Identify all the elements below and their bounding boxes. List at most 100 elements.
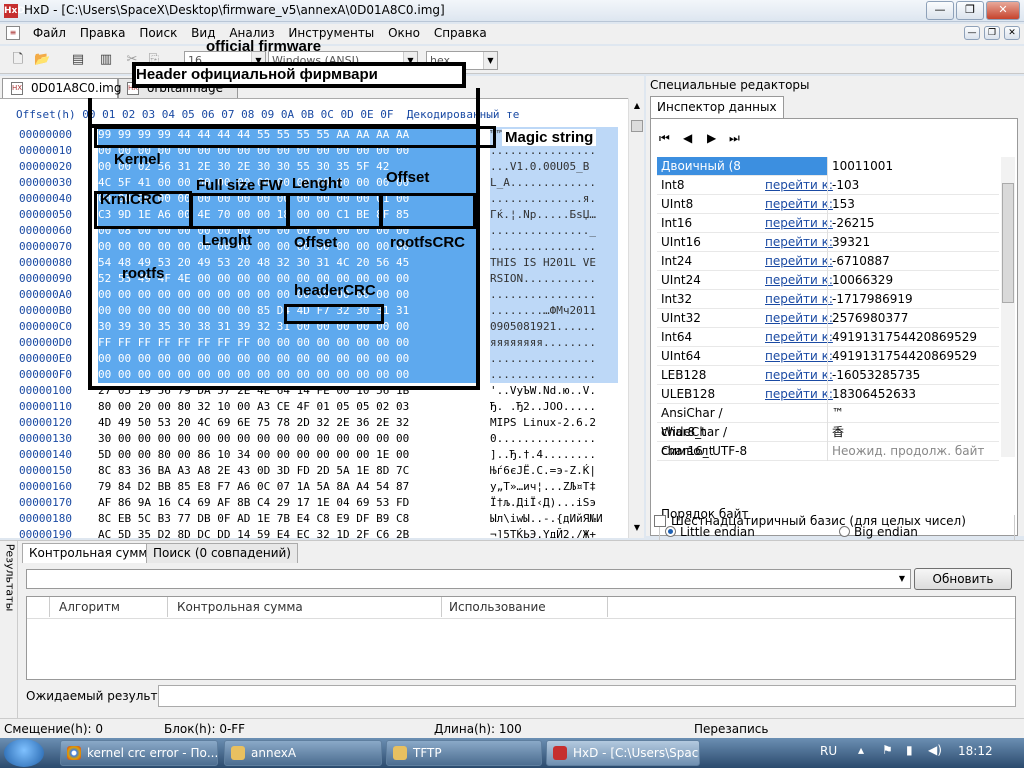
menu-view[interactable]: Вид xyxy=(186,24,220,42)
col-usage[interactable]: Использование xyxy=(449,600,546,614)
row-decoded-text[interactable]: THIS IS H201L VE xyxy=(490,255,618,271)
hex-editor[interactable]: Offset(h) 00 01 02 03 04 05 06 07 08 09 … xyxy=(0,98,628,538)
inspector-row[interactable]: UInt24 перейти к: 10066329 xyxy=(657,271,999,290)
row-hex-bytes[interactable]: AC 5D 35 D2 8D DC DD 14 59 E4 EC 32 1D 2… xyxy=(98,527,478,538)
row-hex-bytes[interactable]: 8C EB 5C B3 77 DB 0F AD 1E 7B E4 C8 E9 D… xyxy=(98,511,478,527)
charset-select[interactable]: Windows (ANSI) ▼ xyxy=(268,51,418,70)
row-hex-bytes[interactable]: 8C 83 36 BA A3 A8 2E 43 0D 3D FD 2D 5A 1… xyxy=(98,463,478,479)
row-hex-bytes[interactable]: 30 00 00 00 00 00 00 00 00 00 00 00 00 0… xyxy=(98,431,478,447)
next-icon[interactable]: ▶ xyxy=(707,131,721,145)
row-decoded-text[interactable]: у„Т»…ич¦...ZЉ¤T‡ xyxy=(490,479,618,495)
row-decoded-text[interactable]: Ї†љ.ДiЇ‹Д)...iSэ xyxy=(490,495,618,511)
inspector-row[interactable]: Int64 перейти к: 4919131754420869529 xyxy=(657,328,999,347)
col-algorithm[interactable]: Алгоритм xyxy=(59,600,120,614)
open-folder-icon[interactable]: 📂 xyxy=(34,52,50,68)
scrollbar-thumb[interactable] xyxy=(1002,183,1014,303)
row-decoded-text[interactable]: ¬]5ТЌЬЭ.YдЙ2./Ж+ xyxy=(490,527,618,538)
inspector-row[interactable]: UInt32 перейти к: 2576980377 xyxy=(657,309,999,328)
row-hex-bytes[interactable]: 00 00 02 56 31 2E 30 2E 30 30 55 30 35 5… xyxy=(98,159,478,175)
inspector-row[interactable]: WideChar / char16_t 香 xyxy=(657,423,999,458)
hxd-app-icon[interactable]: HxD xyxy=(4,4,25,18)
goto-link[interactable]: перейти к: xyxy=(765,271,833,290)
row-hex-bytes[interactable]: 80 00 20 00 80 32 10 00 A3 CE 4F 01 05 0… xyxy=(98,399,478,415)
row-hex-bytes[interactable]: 52 53 49 4F 4E 00 00 00 00 00 00 00 00 0… xyxy=(98,271,478,287)
row-decoded-text[interactable]: ™™™™DDDDUUUUªªªª xyxy=(490,127,618,143)
expected-result-input[interactable] xyxy=(158,685,1016,707)
menu-analysis[interactable]: Анализ xyxy=(224,24,279,42)
refresh-button[interactable]: Обновить xyxy=(914,568,1012,590)
row-decoded-text[interactable]: ..............._ xyxy=(490,223,618,239)
clock[interactable]: 18:12 xyxy=(958,744,993,758)
inspector-row[interactable]: UInt64 перейти к: 4919131754420869529 xyxy=(657,347,999,366)
menu-tools[interactable]: Инструменты xyxy=(283,24,379,42)
row-hex-bytes[interactable]: 00 00 00 00 00 00 00 00 85 D4 4D F7 32 3… xyxy=(98,303,478,319)
hex-scrollbar[interactable]: ▲ ▼ xyxy=(628,98,644,538)
status-mode[interactable]: Перезапись xyxy=(694,722,768,736)
row-decoded-text[interactable]: ................ xyxy=(490,239,618,255)
row-hex-bytes[interactable]: 4C 5F 41 00 00 00 00 00 00 00 00 00 00 0… xyxy=(98,175,478,191)
row-hex-bytes[interactable]: AF 86 9A 16 C4 69 AF 8B C4 29 17 1E 04 6… xyxy=(98,495,478,511)
scroll-up-icon[interactable]: ▲ xyxy=(631,100,643,112)
results-side-tab[interactable]: Результаты xyxy=(0,541,18,719)
tray-arrow-icon[interactable]: ▴ xyxy=(858,743,864,757)
checksum-combo[interactable]: ▼ xyxy=(26,569,911,589)
data-inspector-scrollbar[interactable] xyxy=(1001,157,1015,457)
inspector-row[interactable]: UInt16 перейти к: 39321 xyxy=(657,233,999,252)
inspector-row[interactable]: UInt8 перейти к: 153 xyxy=(657,195,999,214)
tab-orbitalimage[interactable]: HX orbitalimage xyxy=(118,78,238,98)
row-hex-bytes[interactable]: 5D 00 00 80 00 86 10 34 00 00 00 00 00 0… xyxy=(98,447,478,463)
taskbar-item-chrome[interactable]: kernel crc error - По... xyxy=(60,740,218,766)
goto-link[interactable]: перейти к: xyxy=(765,385,833,404)
goto-link[interactable]: перейти к: xyxy=(765,176,833,195)
cut-icon[interactable]: ✂ xyxy=(124,52,140,68)
row-decoded-text[interactable]: яяяяяяяя........ xyxy=(490,335,618,351)
row-hex-bytes[interactable]: 27 05 19 56 79 DA 57 2E 4E 64 14 FE 00 1… xyxy=(98,383,478,399)
row-decoded-text[interactable]: 0905081921...... xyxy=(490,319,618,335)
inspector-value[interactable]: -1717986919 xyxy=(827,290,999,309)
scroll-down-icon[interactable]: ▼ xyxy=(631,522,643,534)
row-hex-bytes[interactable]: 54 48 49 53 20 49 53 20 48 32 30 31 4C 2… xyxy=(98,255,478,271)
scrollbar-thumb[interactable] xyxy=(631,120,643,132)
menu-search[interactable]: Поиск xyxy=(134,24,182,42)
hex-basis-checkbox[interactable]: Шестнадцатиричный базис (для целых чисел… xyxy=(654,514,966,528)
row-decoded-text[interactable]: ]..Ђ.†.4........ xyxy=(490,447,618,463)
language-indicator[interactable]: RU xyxy=(820,744,837,758)
inspector-value[interactable]: 香 xyxy=(827,423,999,442)
inspector-value[interactable]: 153 xyxy=(827,195,999,214)
document-icon[interactable]: ≡ xyxy=(6,26,20,40)
inspector-row[interactable]: Int8 перейти к: -103 xyxy=(657,176,999,195)
inspector-row[interactable]: AnsiChar / char8_t ™ xyxy=(657,404,999,439)
row-hex-bytes[interactable]: FF FF FF FF FF FF FF FF 00 00 00 00 00 0… xyxy=(98,335,478,351)
row-hex-bytes[interactable]: 99 99 99 99 44 44 44 44 55 55 55 55 AA A… xyxy=(98,127,478,143)
taskbar-item-hxd[interactable]: HxD - [C:\Users\Spac... xyxy=(546,740,700,766)
inspector-row[interactable]: Int24 перейти к: -6710887 xyxy=(657,252,999,271)
row-decoded-text[interactable]: Њѓ6єЈЁ.C.=э-Z.Ќ| xyxy=(490,463,618,479)
inspector-value[interactable]: ™ xyxy=(827,404,999,423)
network-icon[interactable]: ▮ xyxy=(906,743,913,757)
row-decoded-text[interactable]: ..............я. xyxy=(490,191,618,207)
row-decoded-text[interactable]: ...V1.0.00U05_B xyxy=(490,159,618,175)
doc-close-button[interactable]: ✕ xyxy=(1004,26,1020,40)
row-decoded-text[interactable]: '..VyЪW.Nd.ю..V. xyxy=(490,383,618,399)
doc-minimize-button[interactable]: — xyxy=(964,26,980,40)
new-file-icon[interactable]: 🗋 xyxy=(10,52,26,68)
restore-button[interactable]: ❐ xyxy=(956,1,984,20)
inspector-value[interactable]: 2576980377 xyxy=(827,309,999,328)
save-all-icon[interactable]: ▥ xyxy=(98,52,114,68)
inspector-value[interactable]: Неожид. продолж. байт xyxy=(827,442,999,461)
volume-icon[interactable]: ◀) xyxy=(928,743,942,757)
goto-link[interactable]: перейти к: xyxy=(765,328,833,347)
row-hex-bytes[interactable]: 79 84 D2 BB 85 E8 F7 A6 0C 07 1A 5A 8A A… xyxy=(98,479,478,495)
row-decoded-text[interactable]: Ыл\іwЫ..-.{дИйЯ№И xyxy=(490,511,618,527)
menu-window[interactable]: Окно xyxy=(383,24,425,42)
inspector-value[interactable]: 18306452633 xyxy=(827,385,999,404)
flag-icon[interactable]: ⚑ xyxy=(882,743,893,757)
row-hex-bytes[interactable]: 00 00 00 00 00 00 00 00 00 00 00 00 00 0… xyxy=(98,351,478,367)
inspector-row[interactable]: Int16 перейти к: -26215 xyxy=(657,214,999,233)
row-decoded-text[interactable]: Гќ.¦.Np.....БsЏ… xyxy=(490,207,618,223)
row-decoded-text[interactable]: ........…ФМч2011 xyxy=(490,303,618,319)
row-decoded-text[interactable]: ................ xyxy=(490,287,618,303)
row-decoded-text[interactable]: RSION........... xyxy=(490,271,618,287)
row-hex-bytes[interactable]: C3 9D 1E A6 00 4E 70 00 00 18 00 00 C1 B… xyxy=(98,207,478,223)
inspector-value[interactable]: -6710887 xyxy=(827,252,999,271)
